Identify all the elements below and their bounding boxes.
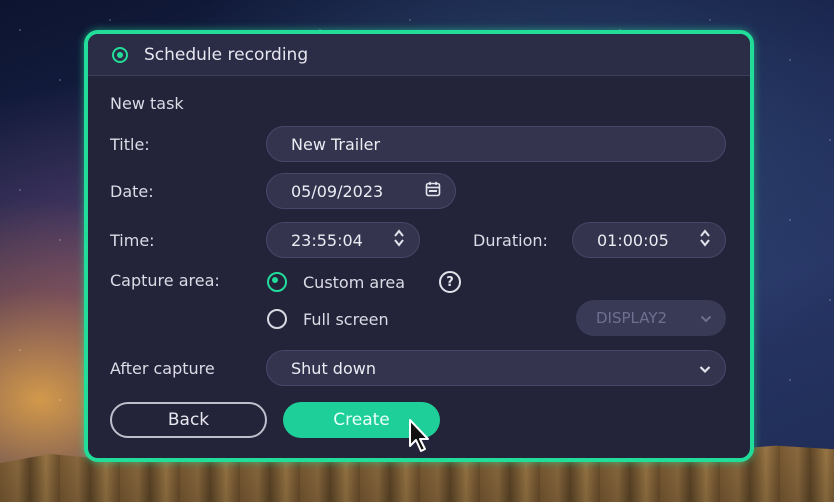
radio-checked-icon[interactable]	[267, 272, 287, 292]
schedule-recording-dialog: Schedule recording New task Title: New T…	[84, 30, 754, 462]
custom-area-option[interactable]: Custom area	[267, 272, 405, 292]
title-value: New Trailer	[291, 134, 381, 154]
question-circle-icon[interactable]: ?	[439, 271, 461, 293]
mouse-pointer-icon	[408, 418, 432, 458]
time-stepper[interactable]: 23:55:04	[266, 222, 420, 258]
full-screen-label: Full screen	[303, 309, 389, 329]
title-label: Title:	[110, 135, 150, 154]
full-screen-option[interactable]: Full screen	[267, 309, 389, 329]
chevron-down-icon[interactable]	[699, 359, 711, 378]
capture-area-label: Capture area:	[110, 271, 220, 290]
up-down-chevron-icon[interactable]	[699, 228, 711, 252]
back-button[interactable]: Back	[110, 402, 267, 438]
calendar-icon[interactable]	[425, 181, 441, 201]
title-input[interactable]: New Trailer	[266, 126, 726, 162]
time-label: Time:	[110, 231, 155, 250]
display-select[interactable]: DISPLAY2	[576, 300, 726, 336]
duration-stepper[interactable]: 01:00:05	[572, 222, 726, 258]
dialog-header: Schedule recording	[88, 34, 750, 76]
duration-label: Duration:	[473, 231, 548, 250]
time-value: 23:55:04	[291, 230, 363, 250]
radio-unchecked-icon[interactable]	[267, 309, 287, 329]
radio-checked-icon[interactable]	[112, 46, 128, 63]
duration-value: 01:00:05	[597, 230, 669, 250]
display-select-value: DISPLAY2	[596, 309, 668, 327]
custom-area-label: Custom area	[303, 272, 406, 292]
date-label: Date:	[110, 182, 154, 201]
after-capture-label: After capture	[110, 359, 215, 378]
section-title: New task	[110, 94, 184, 113]
up-down-chevron-icon[interactable]	[393, 228, 405, 252]
chevron-down-icon	[700, 309, 712, 327]
date-input[interactable]: 05/09/2023	[266, 173, 456, 209]
date-value: 05/09/2023	[291, 181, 384, 201]
after-capture-select[interactable]: Shut down	[266, 350, 726, 386]
after-capture-value: Shut down	[291, 358, 376, 378]
dialog-title: Schedule recording	[144, 44, 309, 65]
